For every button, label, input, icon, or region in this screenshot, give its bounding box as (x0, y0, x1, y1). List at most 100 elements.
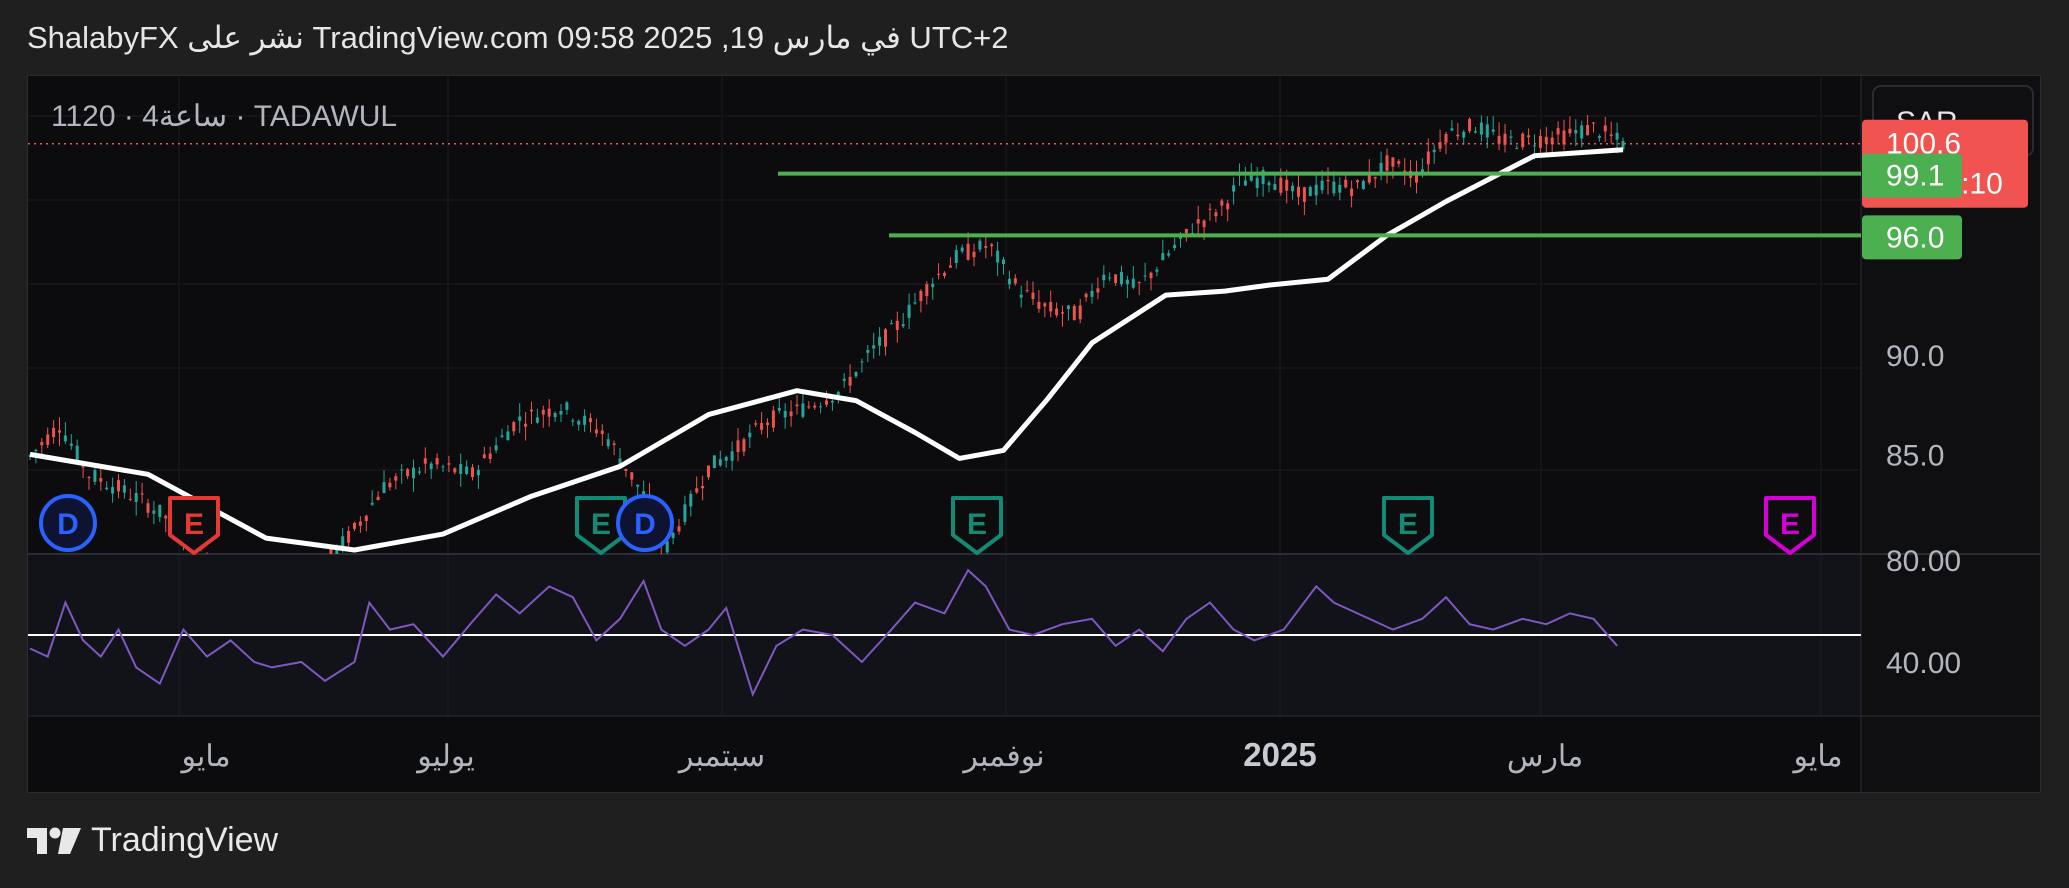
candle-body (600, 430, 604, 434)
candle-body (58, 430, 61, 433)
candle-body (1574, 130, 1578, 134)
candle-body (1444, 134, 1448, 143)
candle-body (75, 445, 79, 461)
candle-body (40, 442, 44, 446)
candle-body (63, 435, 67, 442)
publish-header: ShalabyFX نشر على TradingView.com في مار… (27, 20, 1009, 55)
candle-body (783, 410, 787, 418)
candle-body (99, 478, 103, 482)
candle-body (1090, 290, 1094, 297)
level-badge-label-0: 99.1 (1886, 160, 1944, 193)
candle-body (358, 521, 362, 526)
candle-body (117, 480, 120, 492)
candle-body (164, 515, 168, 519)
candle-body (111, 487, 115, 494)
candle-body (1049, 302, 1053, 312)
candle-body (937, 273, 941, 275)
candle-body (541, 409, 545, 415)
candle-body (748, 432, 752, 438)
candle-body (52, 427, 56, 438)
candle-body (347, 530, 351, 543)
candle-body (400, 469, 404, 471)
candle-body (777, 407, 781, 411)
event-marker-label: E (967, 508, 987, 541)
candle-body (500, 435, 504, 437)
candle-body (866, 349, 870, 353)
event-marker-label: D (57, 508, 79, 541)
candle-body (482, 454, 486, 458)
candle-body (459, 464, 463, 474)
candle-body (1078, 305, 1082, 320)
candle-body (471, 467, 474, 478)
candle-body (636, 484, 640, 487)
candle-body (140, 493, 144, 495)
candle-body (465, 466, 469, 474)
candle-body (1556, 128, 1560, 135)
candle-body (612, 443, 616, 445)
candle-body (1055, 308, 1059, 316)
candle-body (1538, 135, 1542, 148)
candle-body (447, 463, 451, 465)
candle-body (1592, 122, 1595, 124)
candle-body (134, 493, 138, 502)
candle-body (494, 445, 498, 451)
candle-body (128, 498, 132, 500)
candle-body (429, 463, 433, 470)
candle-body (919, 290, 923, 302)
candle-body (1084, 293, 1088, 298)
candle-body (1509, 136, 1513, 138)
candle-body (671, 532, 675, 539)
time-tick-label-1: يوليو (415, 740, 475, 774)
chart-panel[interactable]: 1120 · 4ساعة · TADAWULSAR90.085.080.0010… (27, 75, 2041, 793)
tradingview-logo-icon (27, 827, 81, 854)
candle-body (907, 304, 911, 318)
candle-body (889, 323, 893, 325)
candle-body (1297, 186, 1300, 197)
candle-body (842, 378, 846, 381)
candle-body (1515, 147, 1519, 149)
candle-body (996, 250, 1000, 263)
candle-body (87, 476, 91, 478)
candle-body (718, 459, 722, 466)
candle-body (1161, 253, 1165, 261)
candle-body (1326, 180, 1330, 182)
candle-body (742, 439, 746, 452)
candle-body (1361, 180, 1365, 189)
candle-body (1426, 151, 1430, 165)
candle-body (1096, 288, 1100, 293)
candle-body (506, 431, 510, 441)
candle-body (689, 493, 693, 507)
candle-body (972, 251, 976, 258)
candle-body (1102, 274, 1106, 281)
candle-body (1344, 179, 1348, 188)
candle-body (1379, 162, 1383, 173)
candle-body (1397, 161, 1401, 164)
event-marker-label: E (184, 508, 204, 541)
candle-body (683, 504, 687, 522)
candle-body (105, 487, 109, 490)
candle-body (895, 320, 899, 330)
candle-body (1125, 279, 1129, 285)
event-marker-label: E (1398, 508, 1418, 541)
candle-body (836, 391, 840, 396)
candle-body (1491, 129, 1495, 132)
candle-body (736, 440, 740, 452)
candle-body (1131, 278, 1135, 288)
candle-body (435, 458, 439, 465)
candle-body (1031, 292, 1035, 299)
candle-body (1143, 275, 1147, 277)
candle-body (1267, 182, 1271, 186)
candle-body (1391, 157, 1395, 167)
candle-body (341, 536, 345, 548)
candle-body (577, 420, 581, 425)
price-chart[interactable]: 1120 · 4ساعة · TADAWULSAR90.085.080.0010… (28, 76, 2040, 792)
price-tick-label-1: 85.0 (1886, 439, 1944, 472)
candle-body (530, 409, 533, 412)
candle-body (1202, 220, 1206, 228)
tradingview-logo[interactable]: TradingView (27, 821, 278, 860)
price-tick-label-0: 90.0 (1886, 340, 1944, 373)
candle-body (624, 468, 628, 471)
candle-body (1149, 272, 1153, 279)
candle-body (353, 523, 356, 529)
candle-body (830, 400, 834, 403)
